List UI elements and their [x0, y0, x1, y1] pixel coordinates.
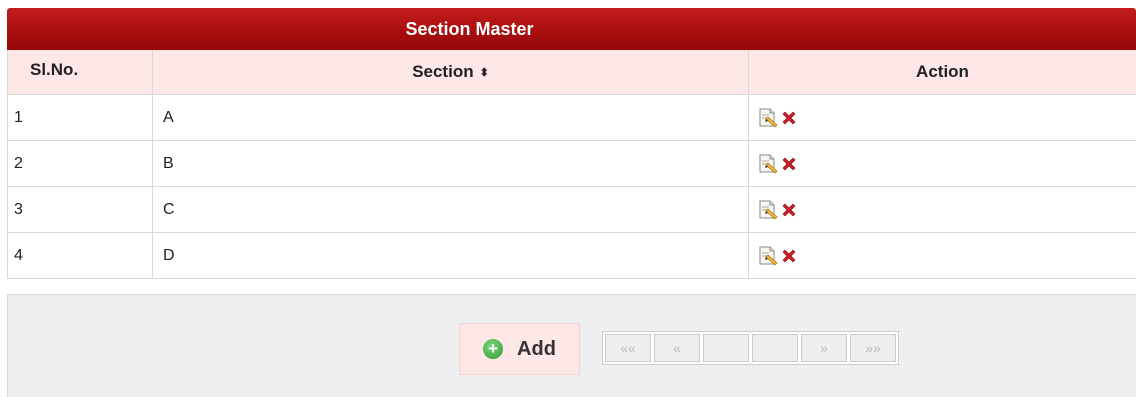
delete-icon[interactable] — [781, 248, 797, 264]
edit-icon[interactable] — [757, 107, 779, 129]
cell-section: B — [152, 140, 749, 187]
panel-title: Section Master — [405, 18, 534, 39]
add-button-label: Add — [517, 337, 556, 360]
cell-action — [748, 232, 1136, 279]
edit-icon[interactable] — [757, 245, 779, 267]
column-header-slno: Sl.No. — [7, 50, 153, 95]
add-button[interactable]: + Add — [459, 323, 580, 375]
panel-title-bar: Section Master — [7, 8, 1136, 50]
pager-next-button[interactable]: » — [801, 334, 847, 362]
delete-icon[interactable] — [781, 202, 797, 218]
cell-section: A — [152, 94, 749, 141]
edit-icon[interactable] — [757, 153, 779, 175]
delete-icon[interactable] — [781, 110, 797, 126]
pagination: «« « » »» — [602, 331, 899, 365]
cell-section: D — [152, 232, 749, 279]
cell-action — [748, 140, 1136, 187]
table-row: 1A — [7, 94, 1136, 141]
table-footer: + Add «« « » »» — [7, 294, 1136, 397]
pager-first-button[interactable]: «« — [605, 334, 651, 362]
table-row: 3C — [7, 186, 1136, 233]
column-header-section[interactable]: Section ⬍ — [152, 50, 749, 95]
delete-icon[interactable] — [781, 156, 797, 172]
table-row: 2B — [7, 140, 1136, 187]
pager-last-button[interactable]: »» — [850, 334, 896, 362]
cell-action — [748, 186, 1136, 233]
cell-slno: 4 — [7, 232, 153, 279]
cell-slno: 3 — [7, 186, 153, 233]
section-master-panel: Section Master Sl.No. Section ⬍ Action 1A… — [7, 8, 1136, 279]
edit-icon[interactable] — [757, 199, 779, 221]
pager-page-input[interactable] — [703, 334, 749, 362]
pager-prev-button[interactable]: « — [654, 334, 700, 362]
table-header-row: Sl.No. Section ⬍ Action — [7, 50, 1136, 95]
cell-slno: 1 — [7, 94, 153, 141]
cell-section: C — [152, 186, 749, 233]
cell-action — [748, 94, 1136, 141]
plus-circle-icon: + — [483, 339, 504, 359]
cell-slno: 2 — [7, 140, 153, 187]
section-table: Sl.No. Section ⬍ Action 1A2B3C4D — [7, 50, 1136, 279]
pager-total-pages — [752, 334, 798, 362]
column-header-action: Action — [748, 50, 1136, 95]
sort-arrows-icon[interactable]: ⬍ — [480, 67, 489, 79]
table-row: 4D — [7, 232, 1136, 279]
